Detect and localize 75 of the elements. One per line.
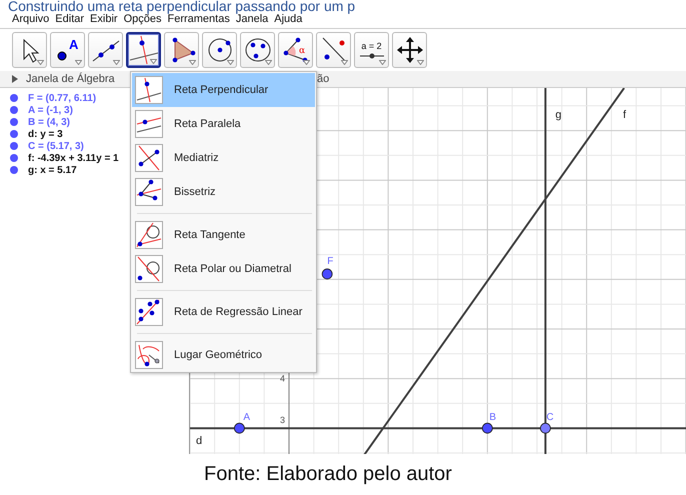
- dropdown-caret-icon: [379, 60, 386, 65]
- regression-icon: [135, 298, 163, 326]
- point-label: A: [243, 412, 250, 424]
- menu-item[interactable]: Arquivo: [12, 13, 50, 27]
- visibility-dot[interactable]: [10, 106, 18, 114]
- tool-button[interactable]: a = 2: [354, 32, 389, 68]
- tool-button[interactable]: [164, 32, 199, 68]
- visibility-dot[interactable]: [10, 130, 18, 138]
- axis-tick-label: 3: [280, 415, 286, 426]
- point[interactable]: [234, 422, 245, 434]
- object-definition[interactable]: d: y = 3: [28, 128, 63, 140]
- visibility-dot[interactable]: [10, 142, 18, 150]
- document-heading: Construindo uma reta perpendicular passando por um p: [7, 0, 356, 12]
- tool-button[interactable]: [12, 32, 47, 68]
- dropdown-caret-icon: [341, 60, 348, 65]
- dropdown-caret-icon: [417, 60, 424, 65]
- point[interactable]: [540, 422, 551, 434]
- line-label: d: [196, 435, 202, 448]
- angle-bisector-icon: [135, 178, 163, 206]
- point-label: C: [546, 412, 554, 424]
- collapse-triangle-icon: [12, 75, 18, 83]
- tangent-icon: [135, 221, 163, 249]
- object-definition[interactable]: F = (0.77, 6.11): [28, 92, 96, 104]
- visibility-dot[interactable]: [10, 166, 18, 174]
- line-label: f: [623, 109, 626, 121]
- tool-button[interactable]: [316, 32, 351, 68]
- dropdown-caret-icon: [113, 60, 120, 65]
- dropdown-caret-icon: [265, 60, 272, 65]
- menu-item[interactable]: Editar: [55, 13, 84, 27]
- point-label: F: [327, 256, 334, 267]
- menu-item[interactable]: Exibir: [90, 13, 118, 27]
- line-d[interactable]: [190, 427, 686, 430]
- menu-item[interactable]: Reta Perpendicular: [132, 73, 315, 107]
- menu-item[interactable]: Opções: [124, 13, 162, 27]
- line-g[interactable]: [544, 88, 546, 454]
- tool-button[interactable]: [126, 32, 161, 68]
- point[interactable]: [322, 268, 333, 280]
- dropdown-caret-icon: [189, 60, 196, 65]
- dropdown-caret-icon: [37, 60, 44, 65]
- point-label: B: [489, 412, 496, 424]
- dropdown-caret-icon: [227, 60, 234, 65]
- menu-item[interactable]: Reta Paralela: [132, 107, 315, 141]
- bisector-icon: [135, 144, 163, 172]
- axis-tick-label: 4: [280, 374, 286, 384]
- tool-button[interactable]: [202, 32, 237, 68]
- menu-item[interactable]: Reta Tangente: [132, 218, 315, 252]
- visibility-dot[interactable]: [10, 118, 18, 126]
- menu-item[interactable]: Lugar Geométrico: [132, 338, 315, 372]
- figure-caption: Fonte: Elaborado pelo autor: [203, 462, 453, 487]
- menu-item[interactable]: Ajuda: [274, 13, 302, 27]
- menu-item[interactable]: Bissetriz: [132, 175, 315, 209]
- object-definition[interactable]: g: x = 5.17: [28, 164, 77, 176]
- menu-item[interactable]: Janela: [236, 13, 268, 27]
- dropdown-caret-icon: [150, 59, 157, 64]
- line-label: g: [555, 109, 562, 121]
- dropdown-caret-icon: [303, 60, 310, 65]
- slider-icon: [358, 52, 384, 60]
- tool-button[interactable]: [88, 32, 123, 68]
- locus-icon: [135, 341, 163, 369]
- menu-item[interactable]: Reta Polar ou Diametral: [132, 252, 315, 286]
- visibility-dot[interactable]: [10, 94, 18, 102]
- tool-button[interactable]: [240, 32, 275, 68]
- object-definition[interactable]: C = (5.17, 3): [28, 140, 84, 152]
- object-definition[interactable]: A = (-1, 3): [28, 104, 73, 116]
- perpendicular-line-icon: [128, 35, 158, 65]
- move-arrows-icon: [394, 35, 424, 65]
- dropdown-caret-icon: [75, 60, 82, 65]
- point[interactable]: [482, 422, 493, 434]
- visibility-dot[interactable]: [10, 154, 18, 162]
- object-definition[interactable]: f: -4.39x + 3.11y = 1: [28, 152, 119, 164]
- tool-button[interactable]: [392, 32, 427, 68]
- object-definition[interactable]: B = (4, 3): [28, 116, 70, 128]
- menu-item[interactable]: Ferramentas: [167, 13, 230, 27]
- menu-item[interactable]: Reta de Regressão Linear: [132, 295, 315, 329]
- menu-item[interactable]: Mediatriz: [132, 141, 315, 175]
